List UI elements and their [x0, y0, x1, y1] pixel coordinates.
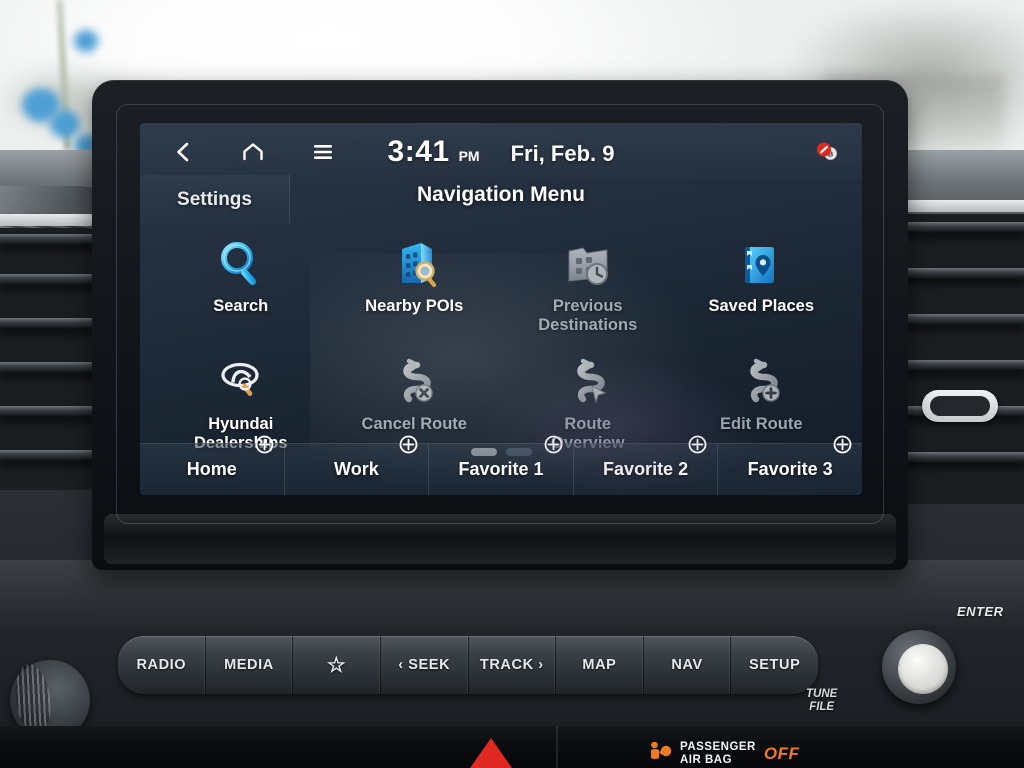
route-overview-icon: [561, 353, 615, 409]
passenger-airbag-indicator: PASSENGER AIR BAG OFF: [648, 740, 799, 767]
console-divider: [556, 726, 558, 768]
favorite-2[interactable]: Favorite 2: [574, 435, 719, 495]
favorite-label: Home: [186, 459, 237, 479]
favorite-label: Favorite 3: [747, 459, 833, 479]
clock-time: 3:41: [387, 135, 450, 168]
hw-button-radio[interactable]: RADIO: [118, 636, 206, 694]
route-add-icon: [734, 353, 788, 409]
blue-blob: [74, 30, 98, 52]
hw-button-setup[interactable]: SETUP: [731, 636, 818, 694]
airbag-person-icon: [648, 740, 672, 767]
tune-knob-cap: [898, 644, 948, 694]
air-vent-left-trim: [0, 214, 96, 226]
hardware-button-bar: RADIO MEDIA ☆ ‹ SEEK TRACK › MAP NAV SET…: [118, 636, 818, 694]
route-cancel-icon: [387, 353, 441, 409]
nav-tile-label: Cancel Route: [361, 415, 467, 434]
folder-clock-icon: [561, 235, 615, 291]
tune-file-knob[interactable]: [882, 630, 956, 704]
magnifier-icon: [214, 235, 268, 291]
air-vent-left[interactable]: [0, 228, 96, 490]
lower-console-strip: [0, 726, 1024, 768]
nav-tile-saved-places[interactable]: Saved Places: [675, 229, 849, 335]
hw-button-media[interactable]: MEDIA: [206, 636, 294, 694]
hw-button-map[interactable]: MAP: [556, 636, 644, 694]
favorite-label: Favorite 2: [603, 459, 689, 479]
nav-tile-previous-destinations[interactable]: Previous Destinations: [501, 229, 675, 335]
favorite-work[interactable]: Work: [285, 435, 430, 495]
favorite-label: Work: [334, 459, 379, 479]
plus-circle-icon[interactable]: [544, 435, 563, 454]
airbag-text: PASSENGER AIR BAG: [680, 740, 756, 766]
back-chevron-icon[interactable]: [170, 139, 196, 165]
status-bar-right-icons: B: [814, 139, 840, 165]
airbag-status: OFF: [763, 743, 800, 763]
home-icon[interactable]: [240, 139, 266, 165]
air-vent-right[interactable]: [898, 214, 1024, 504]
air-vent-adjuster-knob[interactable]: [922, 390, 998, 422]
infotainment-screen[interactable]: 3:41 PM Fri, Feb. 9 B Settings Navigatio…: [140, 123, 862, 495]
infotainment-head-unit: 3:41 PM Fri, Feb. 9 B Settings Navigatio…: [92, 80, 908, 570]
plus-circle-icon[interactable]: [399, 435, 418, 454]
status-bar-nav-icons: [170, 139, 336, 165]
hyundai-logo-search-icon: [214, 353, 268, 409]
book-pin-icon: [734, 235, 788, 291]
nav-tile-label: Nearby POIs: [365, 297, 464, 315]
navigation-menu-grid: Search Nearby POIs Previous Destinations…: [140, 225, 862, 456]
screen-title-row: Settings Navigation Menu: [140, 175, 862, 225]
favorite-1[interactable]: Favorite 1: [429, 435, 574, 495]
blue-blob: [50, 110, 80, 138]
nav-tile-search[interactable]: Search: [154, 229, 328, 335]
hazard-triangle-icon[interactable]: [470, 738, 512, 768]
status-bar: 3:41 PM Fri, Feb. 9 B: [140, 123, 862, 181]
plus-circle-icon[interactable]: [688, 435, 707, 454]
hamburger-menu-icon[interactable]: [310, 139, 336, 165]
clock-ampm: PM: [458, 148, 480, 164]
hw-button-favorite-star[interactable]: ☆: [293, 636, 381, 694]
favorite-3[interactable]: Favorite 3: [718, 435, 862, 495]
bluetooth-disabled-icon[interactable]: B: [814, 139, 840, 165]
nav-tile-route-overview[interactable]: Route Overview: [501, 347, 675, 453]
air-vent-right-trim: [898, 200, 1024, 212]
favorites-bar: Home Work Favorite 1 Favorite 2 Favorite…: [140, 435, 862, 495]
nav-tile-label: Search: [213, 297, 269, 315]
clock-date: Fri, Feb. 9: [510, 141, 615, 166]
nav-tile-label: Saved Places: [708, 297, 815, 315]
hw-button-nav[interactable]: NAV: [644, 636, 732, 694]
building-search-icon: [387, 235, 441, 291]
hw-button-track[interactable]: TRACK ›: [469, 636, 557, 694]
favorite-label: Favorite 1: [458, 459, 544, 479]
nav-tile-label: Previous Destinations: [538, 297, 638, 335]
nav-tile-label: Edit Route: [720, 415, 803, 434]
dashboard-sheen: [0, 560, 1024, 630]
tune-file-label: TUNE FILE: [806, 688, 838, 714]
nav-tile-nearby-pois[interactable]: Nearby POIs: [328, 229, 502, 335]
favorite-home[interactable]: Home: [140, 435, 285, 495]
enter-label: ENTER: [957, 604, 1004, 619]
page-title: Navigation Menu: [416, 183, 585, 206]
plus-circle-icon[interactable]: [833, 435, 852, 454]
nav-tile-row-1: Search Nearby POIs Previous Destinations…: [154, 229, 848, 335]
hw-button-seek[interactable]: ‹ SEEK: [381, 636, 469, 694]
plus-circle-icon[interactable]: [255, 435, 274, 454]
nav-tile-hyundai-dealerships[interactable]: Hyundai Dealerships: [154, 347, 328, 453]
